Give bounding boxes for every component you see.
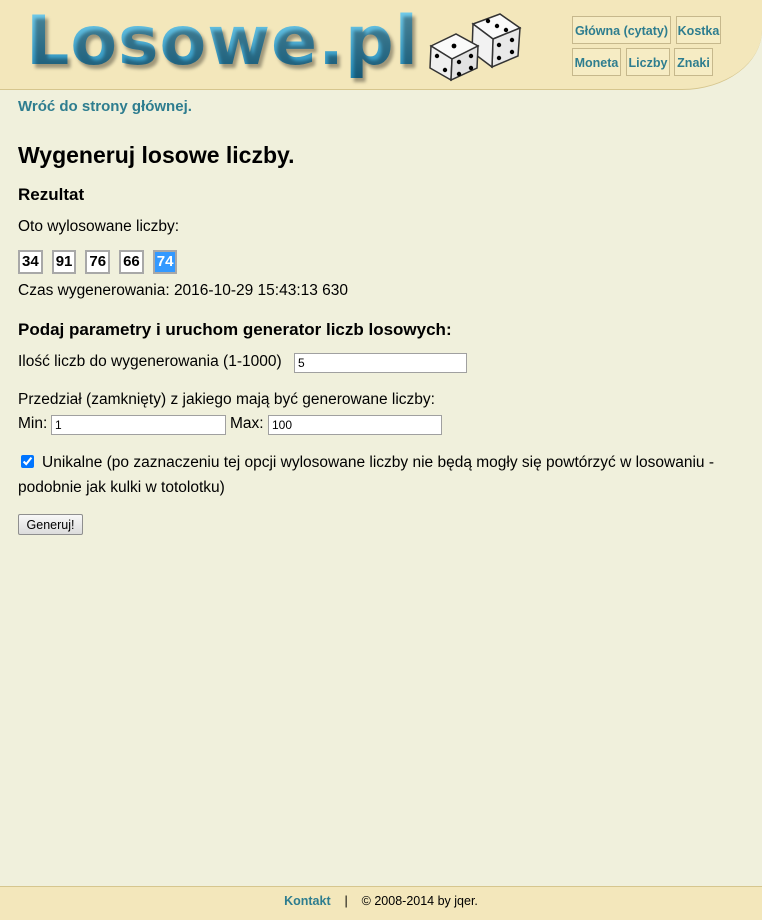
result-intro: Oto wylosowane liczby: — [18, 218, 180, 235]
number-item: 34 — [18, 250, 43, 274]
nav-coin[interactable]: Moneta — [572, 48, 621, 76]
contact-link[interactable]: Kontakt — [284, 894, 331, 908]
number-list: 34 91 76 66 74 — [18, 250, 178, 274]
max-label: Max: — [230, 415, 264, 432]
unique-label-cont: podobnie jak kulki w totolotku) — [18, 479, 225, 496]
unique-checkbox[interactable] — [21, 455, 34, 468]
count-label: Ilość liczb do wygenerowania (1-1000) — [18, 353, 282, 370]
result-heading: Rezultat — [18, 185, 85, 204]
nav-dice[interactable]: Kostka — [676, 16, 721, 44]
max-input[interactable] — [268, 415, 442, 435]
nav-main[interactable]: Główna (cytaty) — [572, 16, 671, 44]
number-item: 91 — [51, 250, 77, 274]
generate-button[interactable]: Generuj! — [18, 514, 83, 535]
number-item: 66 — [119, 250, 144, 274]
nav-numbers[interactable]: Liczby — [626, 48, 670, 76]
min-label: Min: — [18, 415, 48, 432]
count-input[interactable] — [294, 353, 467, 373]
form-heading: Podaj parametry i uruchom generator licz… — [18, 320, 452, 339]
header: Losowe.pl Główna (cytaty) Kostka Moneta … — [0, 0, 762, 90]
footer-separator: | — [344, 894, 348, 908]
number-item: 76 — [85, 250, 111, 274]
back-link[interactable]: Wróć do strony głównej. — [18, 98, 192, 115]
range-label: Przedział (zamknięty) z jakiego mają być… — [18, 391, 435, 408]
footer: Kontakt | © 2008-2014 by jqer. — [0, 886, 762, 920]
site-logo[interactable]: Losowe.pl — [26, 2, 419, 81]
dice-icon — [429, 13, 522, 82]
generation-time: Czas wygenerowania: 2016-10-29 15:43:13 … — [18, 282, 349, 299]
number-item-selected: 74 — [152, 250, 178, 274]
min-input[interactable] — [51, 415, 226, 435]
nav-signs[interactable]: Znaki — [674, 48, 713, 76]
unique-label: Unikalne (po zaznaczeniu tej opcji wylos… — [42, 454, 714, 471]
copyright: © 2008-2014 by jqer. — [361, 894, 478, 908]
page-title: Wygeneruj losowe liczby. — [18, 142, 295, 168]
